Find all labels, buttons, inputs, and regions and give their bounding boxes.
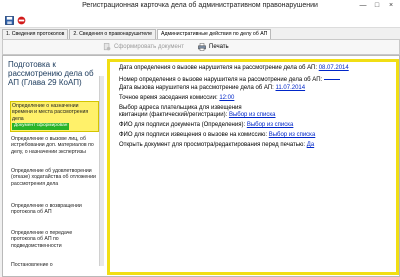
summon-date-link[interactable]: 11.07.2014 [276,85,306,91]
field-label: Номер определения о вызове нарушителя на… [119,77,323,83]
determination-number-link[interactable] [323,75,340,80]
field-label: Дата определения о вызове нарушителя на … [119,65,318,71]
printer-icon [198,43,206,51]
toolbar: Сформировать документ Печать [2,39,400,55]
sidebar-item-petition[interactable]: Определение об удовлетворении (отказе) х… [11,168,96,187]
form-row: ФИО для подписи извещения о вызове на ко… [119,132,315,139]
print-button[interactable]: Печать [198,42,229,52]
window-title: Регистрационная карточка дела об админис… [82,2,318,9]
field-label: Точное время заседания комиссии: [119,95,218,101]
form-area: Дата определения о вызове нарушителя на … [107,59,399,275]
title-bar: Регистрационная карточка дела об админис… [0,0,400,28]
sidebar-title: Подготовка к рассмотрению дела об АП (Гл… [8,60,94,87]
form-document-button[interactable]: Сформировать документ [103,42,184,52]
tab-protocols[interactable]: 1. Сведения протоколов [2,29,69,39]
signer-select-link[interactable]: Выбор из списка [247,122,294,128]
determination-date-link[interactable]: 08.07.2014 [319,65,349,71]
close-button[interactable]: × [384,1,398,10]
field-label: квитанции (фактический/регистрации): [119,112,228,118]
sidebar-item-return-protocol[interactable]: Определение о возвращении протокола об А… [11,203,96,216]
sidebar-item-resolution[interactable]: Постановление о [11,262,96,268]
field-label: Дата вызова нарушителя на рассмотрение д… [119,85,274,91]
print-label: Печать [209,44,229,50]
form-row: ФИО для подписи документа (Определения):… [119,122,293,129]
cancel-icon[interactable] [17,16,26,25]
sidebar-splitter[interactable] [99,76,104,266]
document-gear-icon [103,43,111,51]
field-label: Открыть документ для просмотра/редактиро… [119,142,306,148]
tab-offender[interactable]: 2. Сведения о правонарушителе [69,29,156,39]
document-status-badge: Документ сформирован [12,123,70,130]
field-label: ФИО для подписи извещения о вызове на ко… [119,132,268,138]
sidebar: Подготовка к рассмотрению дела об АП (Гл… [6,59,105,271]
field-label: ФИО для подписи документа (Определения): [119,122,246,128]
form-row: Точное время заседания комиссии: 12:00 [119,95,234,102]
address-select-link[interactable]: Выбор из списка [229,112,276,118]
sidebar-item-hearing-time[interactable]: Определение о назначении времени и места… [10,101,99,132]
form-row: Дата вызова нарушителя на рассмотрение д… [119,85,305,92]
session-time-link[interactable]: 12:00 [219,95,234,101]
form-row: Открыть документ для просмотра/редактиро… [119,142,314,149]
sidebar-item-summon[interactable]: Определение о вызове лиц, об истребовани… [11,136,96,155]
form-row: Выбор адреса плательщика для извещения [119,105,242,112]
sidebar-item-label: Определение о назначении времени и места… [12,103,89,122]
notice-signer-select-link[interactable]: Выбор из списка [269,132,316,138]
open-document-link[interactable]: Да [307,142,314,148]
minimize-button[interactable]: — [356,1,370,10]
window-controls: — □ × [356,1,398,10]
sidebar-item-transfer-protocol[interactable]: Определение о передаче протокола об АП п… [11,230,96,249]
form-row: Номер определения о вызове нарушителя на… [119,75,340,84]
main-panel: Подготовка к рассмотрению дела об АП (Гл… [2,55,400,277]
field-label: Выбор адреса плательщика для извещения [119,105,242,111]
maximize-button[interactable]: □ [370,1,384,10]
save-icon[interactable] [5,16,14,25]
tab-bar: 1. Сведения протоколов 2. Сведения о пра… [2,29,272,40]
form-row: Дата определения о вызове нарушителя на … [119,65,349,72]
form-document-label: Сформировать документ [114,44,184,50]
form-row: квитанции (фактический/регистрации): Выб… [119,112,276,119]
